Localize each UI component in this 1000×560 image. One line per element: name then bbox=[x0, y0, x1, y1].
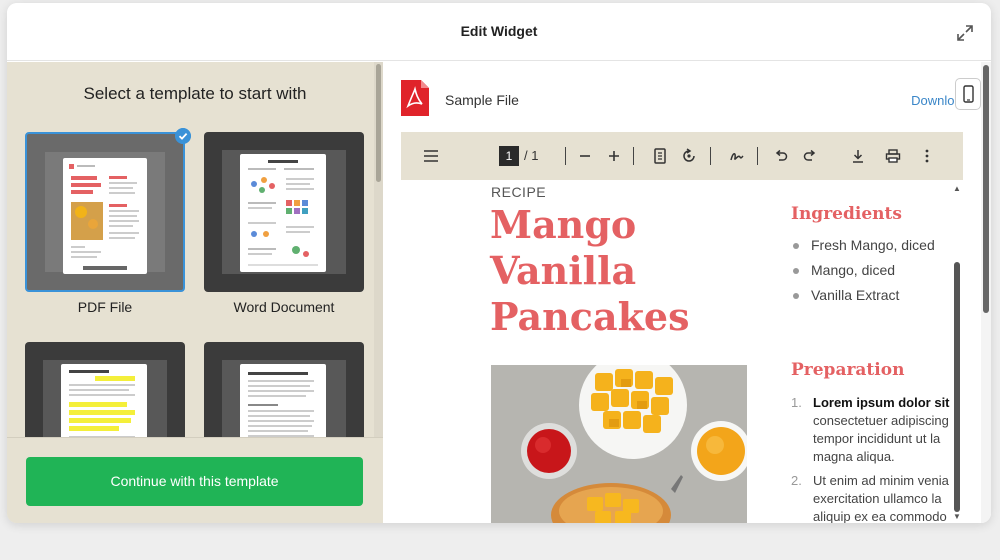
step-bold-text: Lorem ipsum dolor sit a bbox=[813, 395, 951, 410]
pdf-toolbar: 1 / 1 bbox=[401, 132, 963, 180]
dialog-header: Edit Widget bbox=[7, 3, 991, 61]
continue-with-template-button[interactable]: Continue with this template bbox=[26, 457, 363, 506]
expand-icon[interactable] bbox=[955, 23, 975, 43]
scroll-down-arrow-icon[interactable]: ▼ bbox=[953, 512, 961, 521]
zoom-out-icon[interactable] bbox=[575, 146, 595, 166]
preview-pane: Sample File Download 1 / 1 RECIPE Mango … bbox=[383, 62, 991, 523]
template-page-preview bbox=[63, 158, 147, 274]
toolbar-divider bbox=[565, 147, 566, 165]
rotate-icon[interactable] bbox=[679, 146, 699, 166]
toolbar-divider bbox=[710, 147, 711, 165]
step-line: exercitation ullamco la bbox=[813, 491, 942, 506]
mobile-device-icon bbox=[963, 85, 974, 103]
current-page-input[interactable]: 1 bbox=[499, 146, 519, 166]
page-total: / 1 bbox=[524, 148, 539, 163]
recipe-tag: RECIPE bbox=[491, 184, 547, 200]
step-text: Lorem ipsum dolor sit a consectetuer adi… bbox=[813, 394, 951, 466]
ingredient-item: Fresh Mango, diced bbox=[791, 237, 935, 262]
ingredients-heading: Ingredients bbox=[791, 204, 902, 224]
document-scrollbar[interactable]: ▲ ▼ bbox=[951, 180, 963, 523]
pdf-file-icon bbox=[401, 80, 429, 116]
preparation-heading: Preparation bbox=[791, 360, 905, 380]
sign-icon[interactable] bbox=[727, 146, 747, 166]
template-card-pdf-file[interactable] bbox=[25, 132, 185, 292]
food-photo bbox=[491, 365, 747, 523]
pdf-viewer: 1 / 1 RECIPE Mango Vanilla Pancakes Ingr… bbox=[401, 132, 963, 523]
step-number: 1. bbox=[791, 395, 802, 410]
recipe-title: Mango Vanilla Pancakes bbox=[490, 202, 689, 340]
recipe-title-line: Mango bbox=[490, 202, 637, 247]
template-thumbnail bbox=[222, 150, 346, 274]
preparation-step: 1. Lorem ipsum dolor sit a consectetuer … bbox=[791, 394, 951, 468]
download-icon[interactable] bbox=[848, 146, 868, 166]
fit-page-icon[interactable] bbox=[650, 146, 670, 166]
recipe-title-line: Pancakes bbox=[490, 294, 690, 339]
menu-icon[interactable] bbox=[421, 146, 441, 166]
step-line: consectetuer adipiscing bbox=[813, 413, 949, 428]
edit-widget-dialog: Edit Widget Select a template to start w… bbox=[7, 3, 991, 523]
mobile-preview-button[interactable] bbox=[955, 78, 981, 110]
template-picker-pane: Select a template to start with PDF File… bbox=[7, 62, 383, 523]
selected-check-icon bbox=[175, 128, 191, 144]
template-picker-heading: Select a template to start with bbox=[83, 84, 307, 103]
template-thumbnail bbox=[45, 152, 165, 274]
dialog-title: Edit Widget bbox=[460, 23, 538, 39]
template-label-pdf-file: PDF File bbox=[77, 299, 133, 315]
template-action-bar: Continue with this template bbox=[7, 437, 383, 523]
template-card-word-document[interactable] bbox=[204, 132, 364, 292]
step-line: tempor incididunt ut la bbox=[813, 431, 941, 446]
ingredient-item: Vanilla Extract bbox=[791, 287, 935, 312]
scroll-up-arrow-icon[interactable]: ▲ bbox=[953, 184, 961, 193]
zoom-in-icon[interactable] bbox=[604, 146, 624, 166]
step-line: Ut enim ad minim venia bbox=[813, 473, 949, 488]
recipe-title-line: Vanilla bbox=[490, 248, 637, 293]
step-line: magna aliqua. bbox=[813, 449, 895, 464]
print-icon[interactable] bbox=[883, 146, 903, 166]
toolbar-divider bbox=[757, 147, 758, 165]
template-label-word-document: Word Document bbox=[233, 299, 335, 315]
ingredient-item: Mango, diced bbox=[791, 262, 935, 287]
toolbar-divider bbox=[633, 147, 634, 165]
document-page: RECIPE Mango Vanilla Pancakes Ingredient… bbox=[401, 180, 951, 523]
more-icon[interactable] bbox=[917, 146, 937, 166]
document-scroll-thumb[interactable] bbox=[954, 262, 960, 512]
redo-icon[interactable] bbox=[800, 146, 820, 166]
preview-scroll-thumb[interactable] bbox=[983, 65, 989, 313]
step-line: aliquip ex ea commodo bbox=[813, 509, 947, 523]
ingredients-list: Fresh Mango, diced Mango, diced Vanilla … bbox=[791, 237, 935, 312]
step-number: 2. bbox=[791, 473, 802, 488]
file-title: Sample File bbox=[445, 92, 519, 108]
undo-icon[interactable] bbox=[771, 146, 791, 166]
template-list-scroll-thumb[interactable] bbox=[376, 64, 381, 182]
preparation-step: 2. Ut enim ad minim venia exercitation u… bbox=[791, 472, 951, 523]
step-text: Ut enim ad minim venia exercitation ulla… bbox=[813, 472, 949, 523]
template-page-preview bbox=[240, 154, 326, 272]
